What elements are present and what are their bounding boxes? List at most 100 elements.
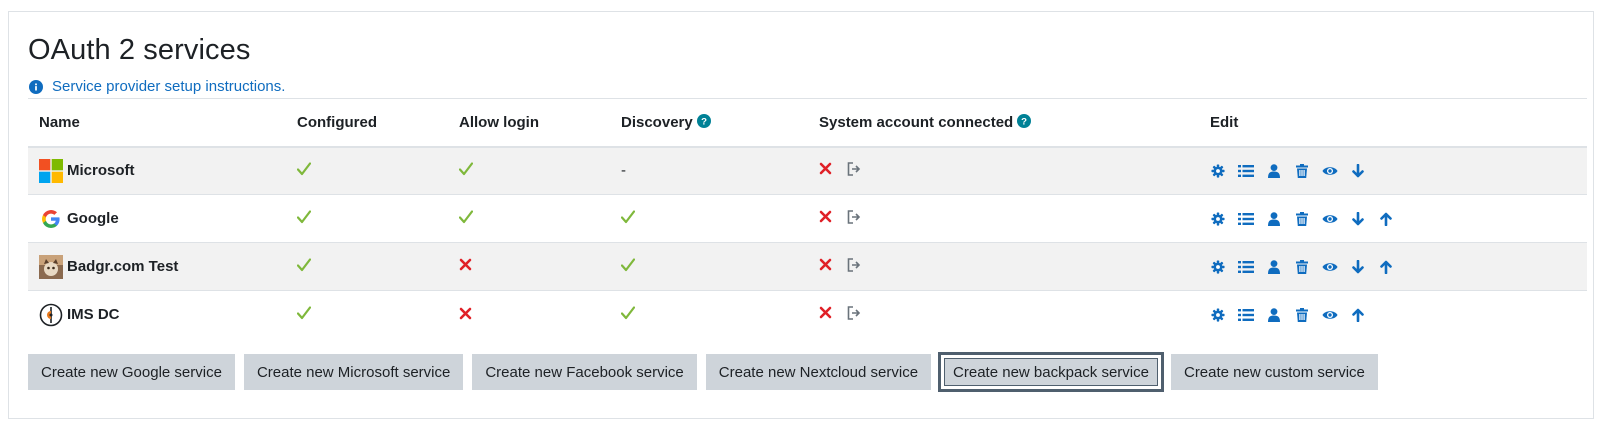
create-service-button[interactable]: Create new backpack service: [938, 352, 1164, 392]
cell-discovery: [610, 242, 808, 291]
list-icon[interactable]: [1238, 211, 1254, 227]
trash-icon[interactable]: [1294, 163, 1310, 179]
trash-icon[interactable]: [1294, 211, 1310, 227]
check-icon: [620, 306, 636, 324]
discovery-value: -: [621, 162, 626, 180]
google-logo: [39, 207, 63, 231]
check-icon: [458, 162, 474, 180]
check-icon: [296, 306, 312, 324]
create-service-button[interactable]: Create new Facebook service: [472, 354, 697, 390]
connect-system-account-icon[interactable]: [846, 161, 862, 181]
arrow-down-icon[interactable]: [1350, 163, 1366, 179]
setup-instructions-text[interactable]: Service provider setup instructions.: [52, 78, 285, 95]
check-icon: [458, 209, 474, 228]
arrow-down-icon[interactable]: [1350, 259, 1366, 275]
cell-allow-login: [448, 194, 610, 243]
info-icon: [29, 79, 43, 94]
cell-name: Badgr.com Test: [28, 242, 286, 291]
cell-edit: [1199, 194, 1587, 243]
cross-icon: [819, 210, 832, 227]
service-name: IMS DC: [67, 306, 120, 324]
check-icon: [620, 257, 636, 276]
header-allow-login: Allow login: [448, 98, 610, 148]
user-icon[interactable]: [1266, 211, 1282, 227]
cell-discovery: -: [610, 146, 808, 195]
oauth-services-card: OAuth 2 services Service provider setup …: [8, 11, 1594, 419]
connect-system-account-icon[interactable]: [846, 257, 862, 277]
cell-discovery: [610, 290, 808, 339]
cell-configured: [286, 242, 448, 291]
connect-system-account-icon[interactable]: [846, 209, 862, 229]
service-name: Microsoft: [67, 162, 135, 180]
trash-icon[interactable]: [1294, 307, 1310, 323]
create-service-buttons: Create new Google service Create new Micr…: [28, 352, 1387, 392]
services-table: Name Configured Allow login Discovery? S…: [28, 98, 1587, 339]
arrow-up-icon[interactable]: [1378, 259, 1394, 275]
cell-configured: [286, 290, 448, 339]
page-title: OAuth 2 services: [28, 34, 251, 66]
user-icon[interactable]: [1266, 307, 1282, 323]
gear-icon[interactable]: [1210, 259, 1226, 275]
service-name: Badgr.com Test: [67, 258, 179, 275]
create-service-button[interactable]: Create new custom service: [1170, 354, 1378, 390]
eye-icon[interactable]: [1322, 259, 1338, 275]
check-icon: [296, 257, 312, 276]
cell-allow-login: [448, 146, 610, 195]
trash-icon[interactable]: [1294, 259, 1310, 275]
badgr-logo: [39, 254, 63, 279]
eye-icon[interactable]: [1322, 211, 1338, 227]
cell-name: IMS DC: [28, 290, 286, 339]
svg-text:?: ?: [1021, 116, 1027, 127]
check-icon: [296, 209, 312, 228]
header-system-account-label: System account connected: [819, 113, 1014, 131]
cell-name: Google: [28, 194, 286, 243]
cell-edit: [1199, 242, 1587, 291]
cell-configured: [286, 146, 448, 195]
user-icon[interactable]: [1266, 163, 1282, 179]
cross-icon: [459, 307, 472, 324]
arrow-down-icon[interactable]: [1350, 211, 1366, 227]
cell-system-account: [808, 242, 1199, 291]
cell-allow-login: [448, 290, 610, 339]
header-discovery: Discovery?: [610, 98, 808, 148]
gear-icon[interactable]: [1210, 211, 1226, 227]
help-icon[interactable]: ?: [1017, 113, 1032, 128]
cell-system-account: [808, 146, 1199, 195]
list-icon[interactable]: [1238, 163, 1254, 179]
gear-icon[interactable]: [1210, 163, 1226, 179]
list-icon[interactable]: [1238, 259, 1254, 275]
cell-configured: [286, 194, 448, 243]
microsoft-logo: [39, 158, 63, 183]
cell-system-account: [808, 290, 1199, 339]
check-icon: [296, 162, 312, 180]
service-name: Google: [67, 210, 119, 227]
help-icon[interactable]: ?: [696, 113, 711, 128]
connect-system-account-icon[interactable]: [846, 305, 862, 325]
arrow-up-icon[interactable]: [1350, 307, 1366, 323]
table-row: Badgr.com Test: [28, 242, 1587, 291]
eye-icon[interactable]: [1322, 163, 1338, 179]
create-service-button[interactable]: Create new Google service: [28, 354, 235, 390]
cell-edit: [1199, 290, 1587, 339]
table-header-row: Name Configured Allow login Discovery? S…: [28, 98, 1587, 148]
setup-instructions-link[interactable]: Service provider setup instructions.: [29, 78, 285, 95]
cross-icon: [459, 258, 472, 275]
svg-text:?: ?: [701, 116, 707, 127]
header-edit: Edit: [1199, 98, 1587, 148]
cell-discovery: [610, 194, 808, 243]
create-service-button[interactable]: Create new Nextcloud service: [705, 354, 932, 390]
cell-allow-login: [448, 242, 610, 291]
list-icon[interactable]: [1238, 307, 1254, 323]
cross-icon: [819, 162, 832, 179]
user-icon[interactable]: [1266, 259, 1282, 275]
table-row: IMS DC: [28, 290, 1587, 339]
cell-edit: [1199, 146, 1587, 195]
header-name: Name: [28, 98, 286, 148]
eye-icon[interactable]: [1322, 307, 1338, 323]
create-service-button[interactable]: Create new Microsoft service: [243, 354, 464, 390]
gear-icon[interactable]: [1210, 307, 1226, 323]
header-configured: Configured: [286, 98, 448, 148]
header-discovery-label: Discovery: [621, 113, 693, 131]
arrow-up-icon[interactable]: [1378, 211, 1394, 227]
ims-logo: [39, 303, 63, 327]
